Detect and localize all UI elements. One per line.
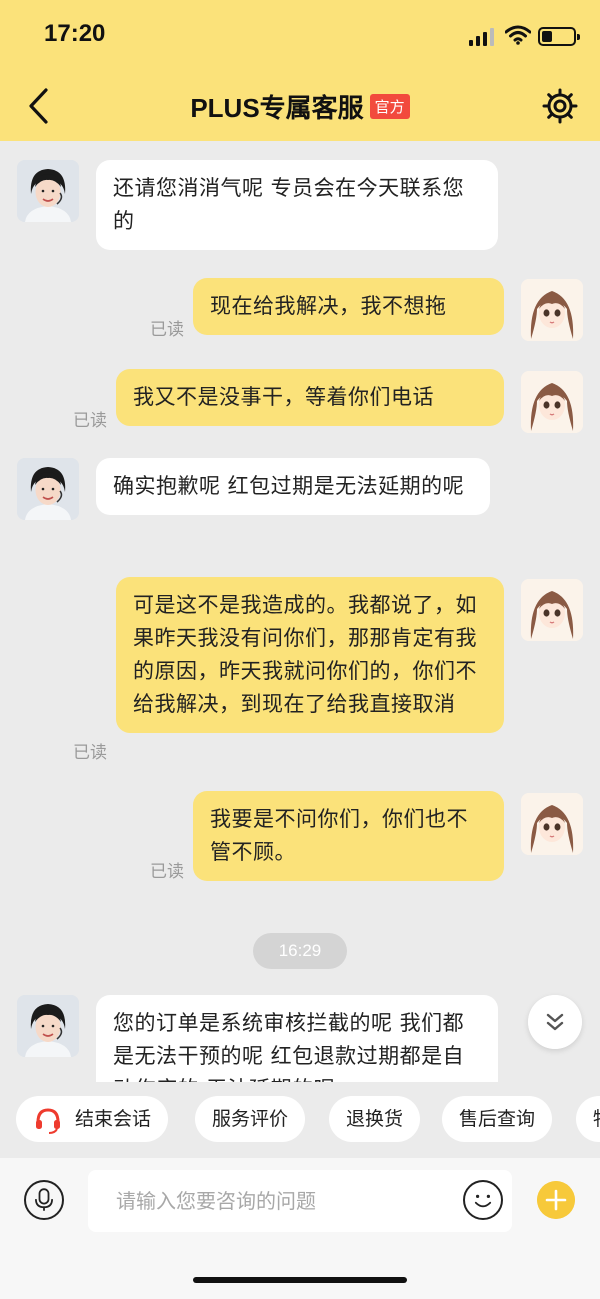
user-message: 我又不是没事干，等着你们电话: [116, 369, 504, 426]
official-badge: 官方: [369, 94, 410, 119]
quick-reply-bar: 结束会话 服务评价 退换货 售后查询 物: [0, 1082, 600, 1158]
user-avatar[interactable]: [521, 279, 583, 341]
page-title: PLUS专属客服: [190, 93, 364, 123]
end-session-chip[interactable]: 结束会话: [16, 1096, 169, 1142]
read-receipt: 已读: [150, 320, 184, 340]
message-input[interactable]: [88, 1170, 512, 1232]
more-chip[interactable]: 物: [576, 1096, 600, 1142]
read-receipt: 已读: [73, 743, 107, 763]
cellular-signal-icon: [469, 28, 495, 46]
scroll-down-chevron-icon[interactable]: [528, 995, 582, 1049]
service-rating-chip[interactable]: 服务评价: [195, 1096, 306, 1142]
top-bar: 17:20 PLUS专属客服 官方: [0, 0, 600, 141]
user-message: 可是这不是我造成的。我都说了，如果昨天我没有问你们，那那肯定有我的原因，昨天我就…: [116, 577, 504, 733]
battery-icon: [538, 27, 580, 46]
emoji-icon[interactable]: [463, 1180, 503, 1220]
agent-avatar[interactable]: [17, 458, 79, 520]
after-sales-query-chip[interactable]: 售后查询: [442, 1096, 553, 1142]
home-indicator: [193, 1277, 407, 1283]
headset-icon: [36, 1107, 60, 1134]
agent-message: 您的订单是系统审核拦截的呢 我们都是无法干预的呢 红包退款过期都是自动作废的 无…: [96, 995, 498, 1082]
user-avatar[interactable]: [521, 793, 583, 855]
user-avatar[interactable]: [521, 371, 583, 433]
wifi-icon: [505, 25, 531, 45]
return-exchange-chip[interactable]: 退换货: [329, 1096, 421, 1142]
input-area: [0, 1158, 600, 1299]
read-receipt: 已读: [73, 411, 107, 431]
agent-message: 确实抱歉呢 红包过期是无法延期的呢: [96, 458, 490, 515]
chip-label: 结束会话: [75, 1108, 152, 1130]
chat-area[interactable]: 还请您消消气呢 专员会在今天联系您的 已读 现在给我解决，我不想拖 已读 我又不…: [0, 141, 600, 1082]
agent-avatar[interactable]: [17, 160, 79, 222]
microphone-icon[interactable]: [24, 1180, 64, 1220]
agent-avatar[interactable]: [17, 995, 79, 1057]
read-receipt: 已读: [150, 862, 184, 882]
settings-gear-icon[interactable]: [541, 87, 579, 125]
user-message: 我要是不问你们，你们也不管不顾。: [193, 791, 504, 881]
plus-icon[interactable]: [537, 1181, 575, 1219]
time-divider: 16:29: [253, 933, 347, 969]
status-time: 17:20: [44, 20, 106, 47]
user-message: 现在给我解决，我不想拖: [193, 278, 504, 335]
agent-message: 还请您消消气呢 专员会在今天联系您的: [96, 160, 498, 250]
user-avatar[interactable]: [521, 579, 583, 641]
title-bar: PLUS专属客服 官方: [0, 88, 600, 125]
